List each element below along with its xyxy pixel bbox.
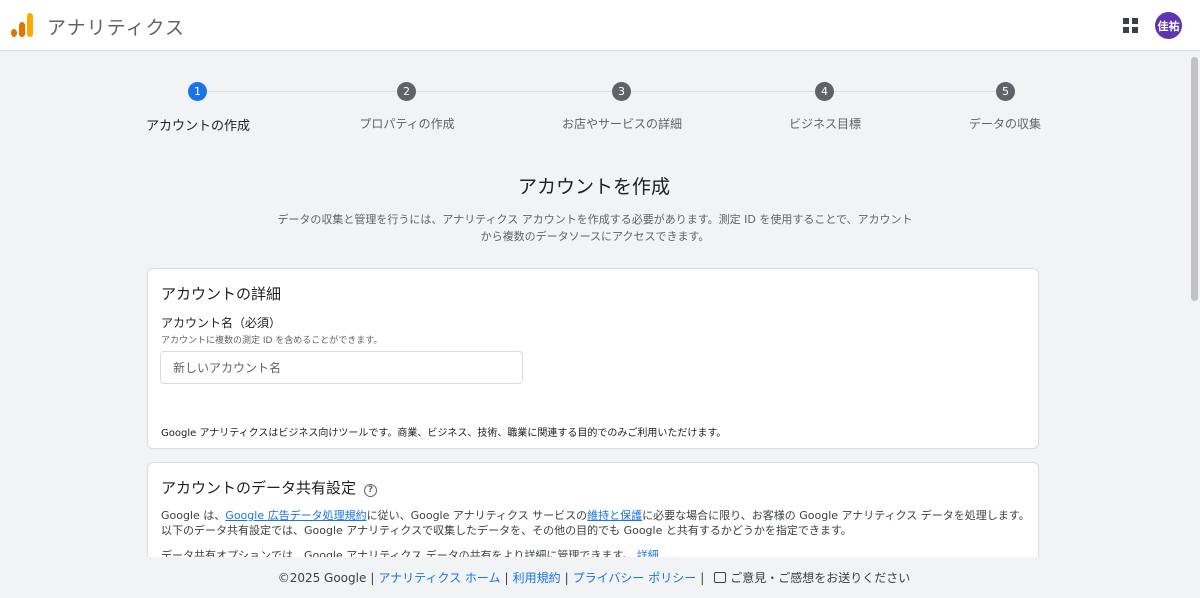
privacy-policy-link[interactable]: プライバシー ポリシー — [573, 569, 697, 586]
step-connector — [834, 91, 996, 92]
step-connector — [208, 91, 396, 92]
step-4-label: ビジネス目標 — [788, 117, 862, 131]
sharing-text-2: に従い、Google アナリティクス サービスの — [366, 509, 588, 522]
copyright: ©2025 Google — [277, 570, 367, 585]
logo-bar-tall — [27, 13, 33, 37]
step-5-number: 5 — [996, 82, 1015, 101]
maintain-protect-link[interactable]: 維持と保護 — [587, 509, 642, 522]
apps-grid-icon[interactable] — [1123, 18, 1138, 33]
page-title: アカウントを作成 — [517, 176, 670, 198]
data-sharing-card: アカウントのデータ共有設定? Google は、Google 広告データ処理規約… — [147, 462, 1039, 572]
feedback-link[interactable]: ご意見・ご感想をお送りください — [730, 569, 910, 586]
feedback-icon[interactable] — [714, 572, 727, 583]
scrollbar-thumb[interactable] — [1191, 57, 1198, 301]
ads-data-processing-terms-link[interactable]: Google 広告データ処理規約 — [225, 509, 366, 522]
step-connector — [416, 91, 612, 92]
step-2-label: プロパティの作成 — [359, 117, 455, 131]
analytics-home-link[interactable]: アナリティクス ホーム — [378, 569, 500, 586]
analytics-logo-icon[interactable] — [11, 13, 33, 37]
step-4-number: 4 — [815, 82, 834, 101]
footer-separator: | — [504, 570, 509, 585]
app-title: アナリティクス — [47, 17, 185, 39]
logo-dot — [11, 29, 17, 37]
step-3-label: お店やサービスの詳細 — [561, 117, 683, 131]
step-3-number: 3 — [612, 82, 631, 101]
account-name-input[interactable] — [160, 351, 523, 384]
help-circle-icon[interactable]: ? — [364, 483, 378, 497]
step-5-label: データの収集 — [968, 117, 1042, 131]
footer-separator: | — [700, 570, 705, 585]
setup-stepper: 1 アカウントの作成 2 プロパティの作成 3 お店やサービスの詳細 4 ビジネ… — [0, 76, 1188, 136]
step-connector — [631, 91, 815, 92]
step-1-number: 1 — [188, 82, 207, 101]
account-details-title: アカウントの詳細 — [161, 285, 282, 303]
account-details-card: アカウントの詳細 アカウント名（必須） アカウントに複数の測定 ID を含めるこ… — [147, 268, 1039, 449]
step-2-number: 2 — [397, 82, 416, 101]
data-sharing-description: Google は、Google 広告データ処理規約に従い、Google アナリテ… — [161, 508, 1031, 538]
logo-bar-mid — [19, 22, 25, 37]
page-description: データの収集と管理を行うには、アナリティクス アカウントを作成する必要があります… — [277, 213, 913, 243]
account-name-label: アカウント名（必須） — [161, 316, 282, 330]
step-1-label: アカウントの作成 — [145, 119, 251, 134]
footer-separator: | — [564, 570, 569, 585]
data-sharing-title-text: アカウントのデータ共有設定 — [161, 479, 357, 497]
page-footer: ©2025 Google | アナリティクス ホーム | 利用規約 | プライバ… — [0, 557, 1188, 598]
footer-separator: | — [370, 570, 375, 585]
account-name-hint: アカウントに複数の測定 ID を含めることができます。 — [161, 336, 383, 346]
sharing-text-1: Google は、 — [161, 509, 226, 522]
terms-link[interactable]: 利用規約 — [513, 569, 561, 586]
page-scrollbar[interactable] — [1188, 51, 1200, 598]
data-sharing-title: アカウントのデータ共有設定? — [161, 477, 378, 498]
app-header: アナリティクス 佳祐 — [0, 0, 1200, 51]
business-use-note: Google アナリティクスはビジネス向けツールです。商業、ビジネス、技術、職業… — [161, 428, 727, 439]
avatar[interactable]: 佳祐 — [1155, 12, 1182, 39]
